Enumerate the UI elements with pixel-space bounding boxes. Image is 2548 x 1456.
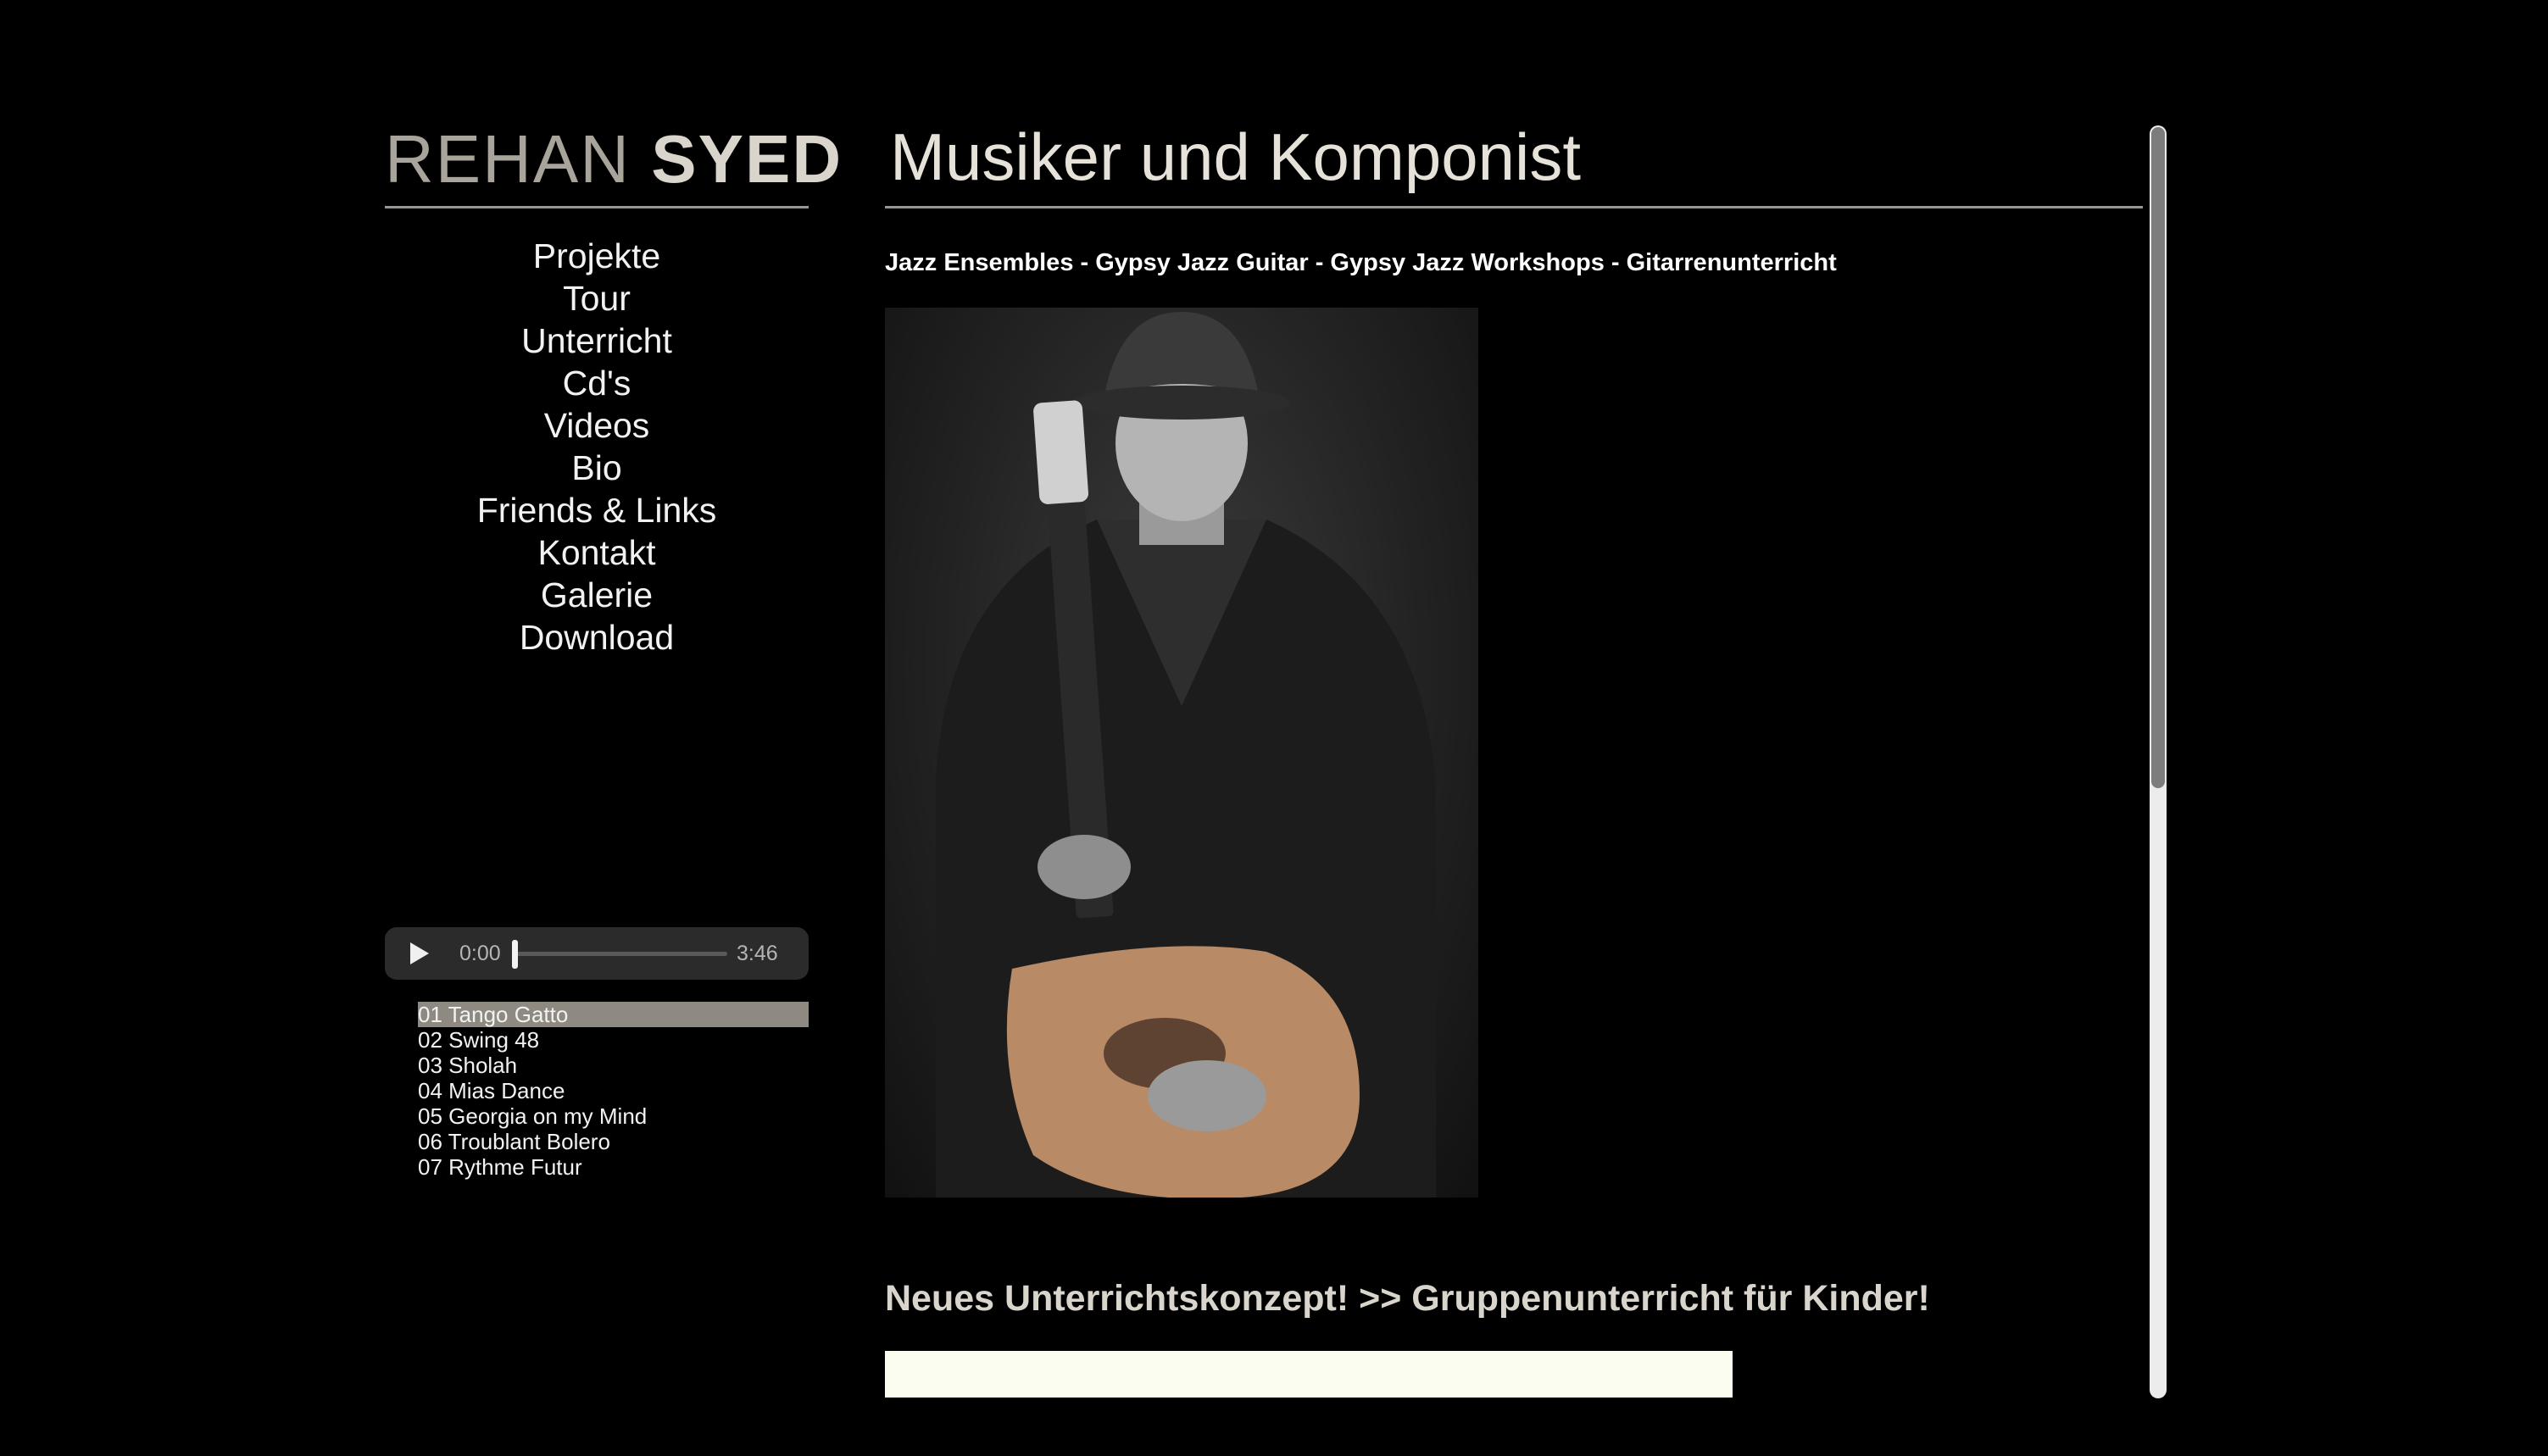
track-duration: 3:46 [737,942,778,965]
page-title: Musiker und Komponist [890,119,1582,194]
main-nav: Projekte Tour Unterricht Cd's Videos Bio… [385,235,809,659]
scrollbar-thumb[interactable] [2151,127,2165,788]
nav-item-tour[interactable]: Tour [385,277,809,320]
playlist-item[interactable]: 05 Georgia on my Mind [418,1103,809,1129]
current-time: 0:00 [459,942,501,965]
nav-item-download[interactable]: Download [385,616,809,659]
playlist-item[interactable]: 03 Sholah [418,1053,809,1078]
logo-first-name: REHAN [385,121,631,197]
nav-item-bio[interactable]: Bio [385,447,809,489]
nav-item-kontakt[interactable]: Kontakt [385,531,809,574]
page: REHAN SYED Projekte Tour Unterricht Cd's… [0,0,2548,1456]
logo-divider [385,206,809,208]
title-divider [885,206,2143,208]
musician-photo-illustration [936,312,1436,1198]
nav-item-galerie[interactable]: Galerie [385,574,809,616]
audio-player: 0:00 3:46 [385,927,809,980]
content-banner [885,1351,1733,1398]
playlist-item[interactable]: 02 Swing 48 [418,1027,809,1053]
nav-item-videos[interactable]: Videos [385,404,809,447]
playlist: 01 Tango Gatto 02 Swing 48 03 Sholah 04 … [418,1002,809,1180]
musician-photo [885,308,1478,1198]
logo-last-name: SYED [651,121,843,197]
page-subtitle: Jazz Ensembles - Gypsy Jazz Guitar - Gyp… [885,249,1837,276]
playlist-item[interactable]: 07 Rythme Futur [418,1154,809,1180]
announcement-headline[interactable]: Neues Unterrichtskonzept! >> Gruppenunte… [885,1273,1930,1324]
nav-item-projekte[interactable]: Projekte [385,235,809,277]
seek-handle[interactable] [512,940,518,969]
nav-item-cds[interactable]: Cd's [385,362,809,404]
nav-item-unterricht[interactable]: Unterricht [385,320,809,362]
playlist-item[interactable]: 01 Tango Gatto [418,1002,809,1027]
nav-item-friends-links[interactable]: Friends & Links [385,489,809,531]
play-icon[interactable] [410,942,429,964]
site-logo[interactable]: REHAN SYED [385,117,841,202]
seek-bar[interactable] [514,952,727,956]
scrollbar[interactable] [2150,125,2167,1398]
playlist-item[interactable]: 06 Troublant Bolero [418,1129,809,1154]
playlist-item[interactable]: 04 Mias Dance [418,1078,809,1103]
